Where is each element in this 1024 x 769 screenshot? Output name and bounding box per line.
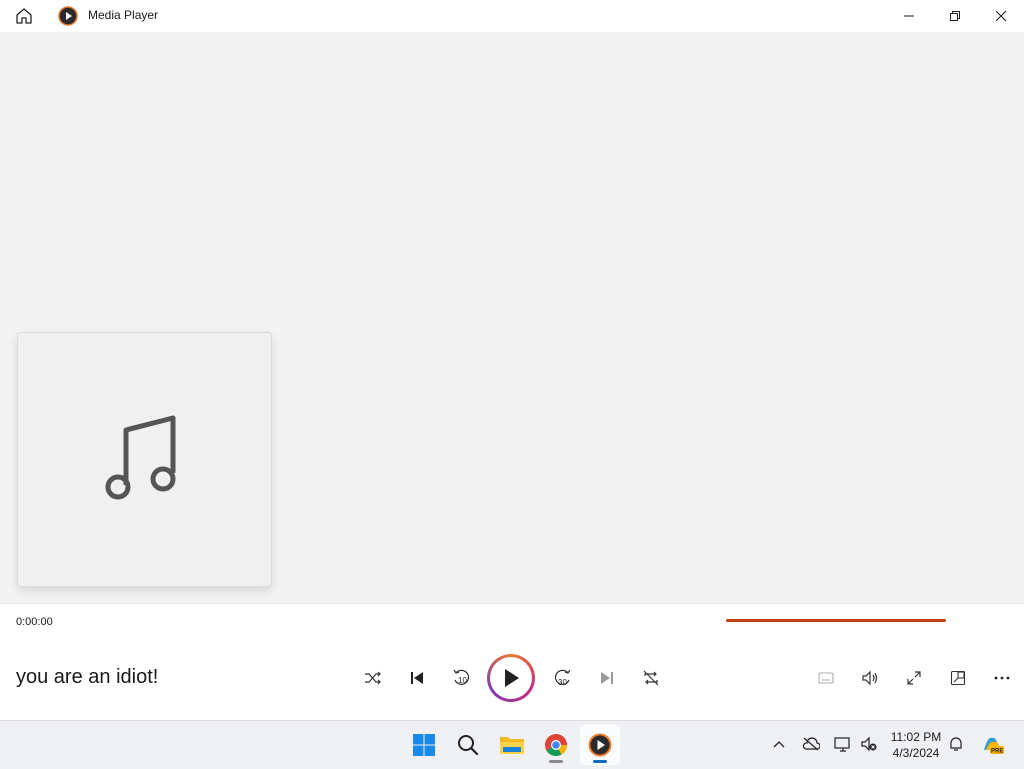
- media-player-window: Media Player 0:00:00 you are an idiot! 1…: [0, 0, 1024, 721]
- fullscreen-icon: [907, 671, 921, 685]
- taskbar: 11:02 PM 4/3/2024 PRE: [0, 720, 1024, 769]
- file-explorer-icon: [500, 737, 524, 754]
- media-player-taskbar-button[interactable]: [580, 725, 620, 765]
- track-title: you are an idiot!: [16, 666, 159, 688]
- onedrive-icon[interactable]: [800, 733, 822, 755]
- captions-button[interactable]: [810, 662, 842, 694]
- play-button[interactable]: [487, 654, 535, 702]
- next-icon: [601, 672, 613, 684]
- chrome-button[interactable]: [536, 725, 576, 765]
- main-content: [0, 32, 1024, 604]
- clock-time: 11:02 PM: [890, 730, 942, 744]
- volume-muted-icon[interactable]: [858, 733, 880, 755]
- play-icon: [505, 669, 519, 687]
- previous-icon: [411, 672, 423, 684]
- current-time: 0:00:00: [16, 616, 53, 628]
- repeat-icon: [643, 670, 659, 686]
- shuffle-icon: [365, 671, 381, 685]
- more-button[interactable]: [986, 662, 1018, 694]
- fullscreen-button[interactable]: [898, 662, 930, 694]
- search-icon: [458, 735, 479, 756]
- repeat-button[interactable]: [635, 662, 667, 694]
- app-title: Media Player: [88, 8, 159, 22]
- skip-forward-label: 30: [558, 678, 567, 687]
- skip-forward-button[interactable]: 30: [547, 662, 579, 694]
- miniplayer-button[interactable]: [942, 662, 974, 694]
- playback-controls: 0:00:00 you are an idiot! 10 30: [0, 603, 1024, 721]
- skip-forward-30-icon: 30: [554, 669, 571, 687]
- clock-date: 4/3/2024: [892, 746, 940, 760]
- chrome-icon: [545, 734, 567, 756]
- system-clock[interactable]: 11:02 PM 4/3/2024: [884, 729, 948, 761]
- media-player-icon: [58, 6, 78, 26]
- skip-back-10-icon: 10: [453, 669, 470, 685]
- media-player-icon: [588, 733, 612, 757]
- copilot-badge: PRE: [991, 749, 1003, 755]
- previous-button[interactable]: [401, 662, 433, 694]
- running-indicator: [549, 760, 563, 763]
- shuffle-button[interactable]: [357, 662, 389, 694]
- copilot-icon[interactable]: PRE: [980, 732, 1004, 756]
- start-button[interactable]: [404, 725, 444, 765]
- minimize-icon: [904, 15, 914, 17]
- search-button[interactable]: [448, 725, 488, 765]
- music-note-icon: [105, 415, 175, 499]
- more-icon: [994, 676, 1010, 680]
- volume-button[interactable]: [854, 662, 886, 694]
- next-button[interactable]: [591, 662, 623, 694]
- home-icon[interactable]: [10, 4, 38, 28]
- captions-icon: [818, 672, 834, 684]
- minimize-button[interactable]: [886, 0, 932, 32]
- skip-back-label: 10: [458, 676, 467, 685]
- file-explorer-button[interactable]: [492, 725, 532, 765]
- restore-button[interactable]: [932, 0, 978, 32]
- seek-bar[interactable]: [726, 619, 946, 622]
- restore-icon: [950, 11, 960, 21]
- active-indicator: [593, 760, 607, 763]
- title-bar: Media Player: [0, 0, 1024, 32]
- start-icon: [413, 734, 435, 756]
- close-button[interactable]: [978, 0, 1024, 32]
- chevron-up-icon[interactable]: [768, 733, 790, 755]
- volume-icon: [862, 670, 878, 686]
- skip-back-button[interactable]: 10: [445, 662, 477, 694]
- miniplayer-icon: [950, 670, 966, 686]
- network-icon[interactable]: [832, 733, 854, 755]
- close-icon: [995, 10, 1007, 22]
- notification-icon[interactable]: [945, 733, 967, 755]
- album-art: [17, 332, 272, 587]
